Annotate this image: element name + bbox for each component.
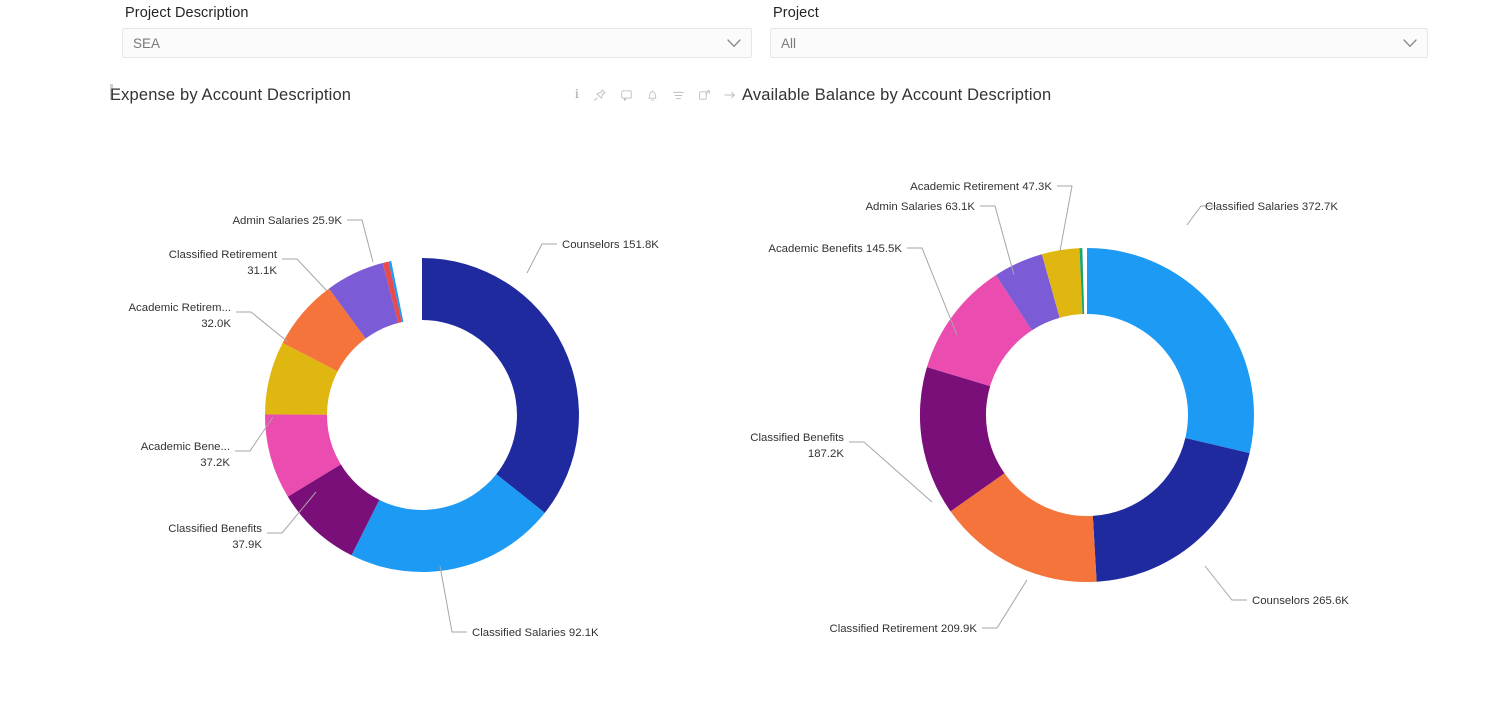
label-admin-salaries: Admin Salaries 25.9K — [232, 215, 342, 227]
filter-bar: Project Description SEA Project All — [0, 0, 1500, 68]
more-options-icon[interactable] — [722, 87, 738, 103]
label-academic-benefits-line2: 37.2K — [200, 457, 230, 469]
leader-classified-benefits — [849, 441, 933, 503]
drill-through-icon[interactable] — [592, 87, 608, 103]
balance-chart-title: Available Balance by Account Description — [742, 85, 1052, 104]
leader-admin-salaries — [347, 219, 374, 263]
alert-bell-icon[interactable] — [644, 87, 660, 103]
expense-donut-chart[interactable]: Counselors 151.8K Classified Salaries 92… — [110, 120, 730, 710]
visual-header-expense: Expense by Account Description i — [110, 80, 735, 110]
slicer-project-label: Project — [773, 5, 819, 21]
label-academic-benefits-line1: Academic Bene... — [141, 441, 230, 453]
slicer-project-value: All — [781, 35, 797, 51]
slice-counselors[interactable] — [422, 258, 579, 513]
expense-chart-title: Expense by Account Description — [110, 85, 352, 104]
leader-admin-salaries — [980, 205, 1015, 276]
label-classified-salaries: Classified Salaries 92.1K — [472, 627, 599, 639]
label-counselors: Counselors 151.8K — [562, 239, 659, 251]
label-classified-salaries: Classified Salaries 372.7K — [1205, 201, 1338, 213]
leader-counselors — [1204, 565, 1247, 601]
label-academic-retirement: Academic Retirement 47.3K — [910, 181, 1052, 193]
slice-classified-salaries[interactable] — [1087, 248, 1255, 454]
slicer-project-description: Project Description SEA — [122, 4, 752, 58]
label-classified-retirement-line2: 31.1K — [247, 265, 277, 277]
label-classified-benefits-line1: Classified Benefits — [750, 432, 844, 444]
label-classified-benefits-line2: 37.9K — [232, 539, 262, 551]
slicer-project-description-dropdown[interactable]: SEA — [122, 28, 752, 58]
leader-academic-retirement — [1057, 185, 1073, 252]
slicer-project: Project All — [770, 4, 1428, 58]
leader-classified-retirement — [982, 579, 1028, 629]
chevron-down-icon[interactable] — [721, 29, 747, 57]
leader-counselors — [526, 243, 557, 274]
label-classified-benefits-line1: Classified Benefits — [168, 523, 262, 535]
balance-donut-slices[interactable] — [919, 248, 1255, 582]
slicer-project-description-label: Project Description — [125, 5, 249, 21]
balance-donut-svg: Classified Salaries 372.7K Counselors 26… — [750, 181, 1349, 635]
label-classified-retirement: Classified Retirement 209.9K — [829, 623, 977, 635]
leader-classified-retirement — [282, 258, 328, 292]
leader-academic-retirement — [236, 311, 289, 343]
expense-donut-svg: Counselors 151.8K Classified Salaries 92… — [128, 215, 659, 639]
label-counselors: Counselors 265.6K — [1252, 595, 1349, 607]
balance-donut-chart[interactable]: Classified Salaries 372.7K Counselors 26… — [742, 120, 1422, 710]
leader-classified-salaries — [439, 565, 467, 633]
label-academic-benefits: Academic Benefits 145.5K — [768, 243, 902, 255]
chevron-down-icon[interactable] — [1397, 29, 1423, 57]
filter-icon[interactable] — [670, 87, 686, 103]
focus-mode-icon[interactable] — [696, 87, 712, 103]
label-classified-retirement-line1: Classified Retirement — [169, 249, 278, 261]
slicer-project-description-value: SEA — [133, 35, 161, 51]
label-classified-benefits-line2: 187.2K — [808, 448, 845, 460]
expense-visual-toolbar: i — [572, 80, 738, 110]
label-academic-retirement-line2: 32.0K — [201, 318, 231, 330]
slice-counselors[interactable] — [1092, 438, 1250, 582]
expense-donut-slices[interactable] — [265, 258, 579, 573]
label-admin-salaries: Admin Salaries 63.1K — [865, 201, 975, 213]
comment-icon[interactable] — [618, 87, 634, 103]
info-icon[interactable]: i — [572, 87, 582, 103]
label-academic-retirement-line1: Academic Retirem... — [128, 302, 231, 314]
visual-header-balance: Available Balance by Account Description — [742, 80, 1242, 110]
slicer-project-dropdown[interactable]: All — [770, 28, 1428, 58]
